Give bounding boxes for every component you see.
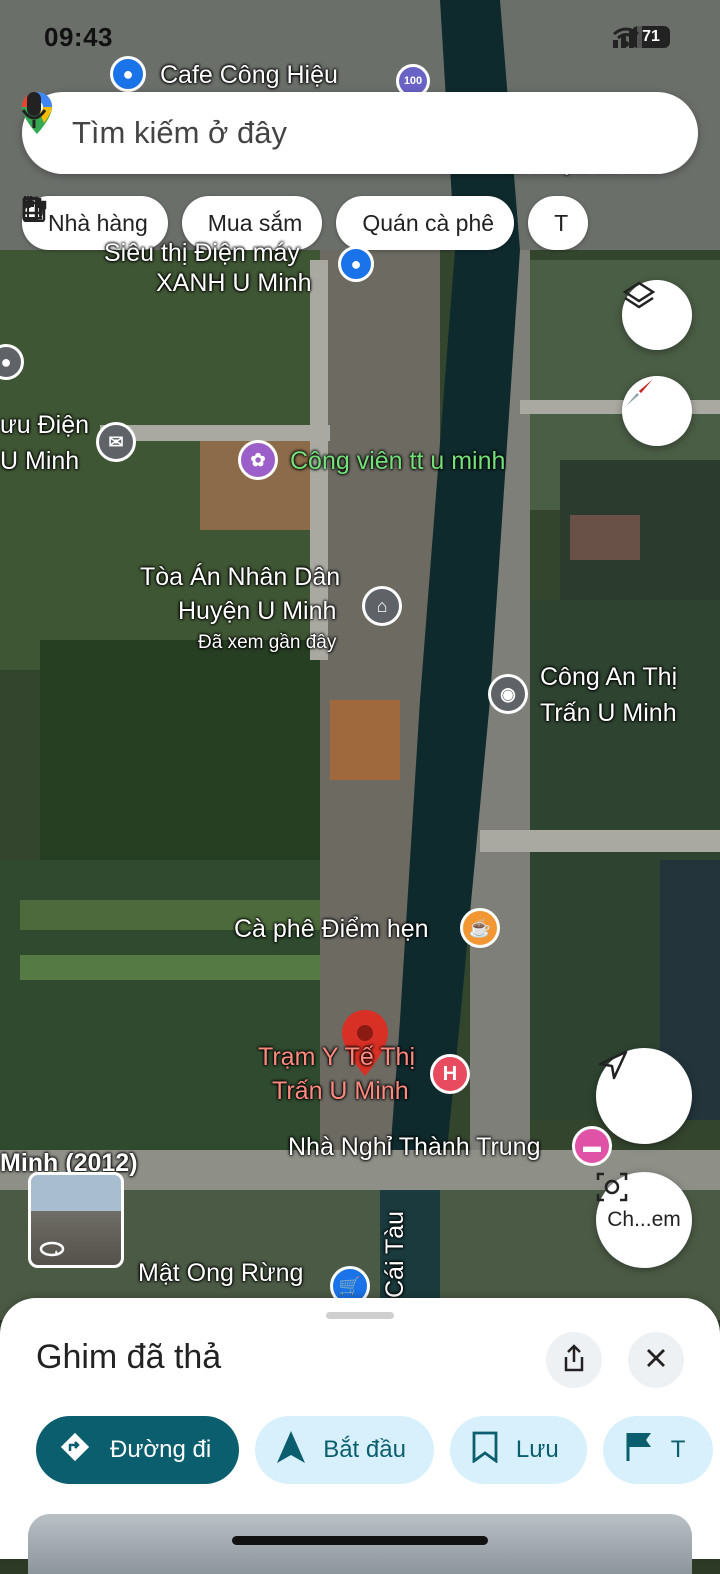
satellite-map[interactable]: 09:43 71 Cafe Công Hiệu ● 100 ơn Nhựa cả…	[0, 0, 720, 1320]
sheet-grab-handle[interactable]	[326, 1312, 394, 1319]
map-label-mat-ong[interactable]: Mật Ong Rừng	[138, 1258, 303, 1288]
close-button[interactable]	[628, 1332, 684, 1388]
compass-button[interactable]	[622, 376, 692, 446]
park-poi-icon[interactable]: ✿	[238, 440, 278, 480]
map-label-toa-an-2[interactable]: Huyện U Minh	[178, 596, 336, 626]
bookmark-icon	[472, 1431, 498, 1470]
chip-label: Quán cà phê	[362, 209, 495, 236]
label-label: T	[670, 1436, 686, 1463]
police-poi-icon[interactable]: ◉	[488, 674, 528, 714]
map-label-ca-phe[interactable]: Cà phê Điểm hẹn	[234, 914, 429, 944]
navigation-arrow-icon	[277, 1430, 306, 1470]
chip-label: Mua sắm	[207, 209, 303, 236]
share-icon	[562, 1343, 586, 1377]
map-label-sieu-thi-1[interactable]: Siêu thị Điện máy	[104, 238, 300, 268]
close-icon	[645, 1347, 667, 1374]
save-button[interactable]: Lưu	[449, 1416, 587, 1484]
map-label-cafe-cong-hieu[interactable]: Cafe Công Hiệu	[160, 60, 338, 90]
map-label-toa-an-sub: Đã xem gần đây	[198, 632, 337, 653]
map-label-cai-tau: Cái Tàu	[381, 1210, 409, 1298]
map-label-cong-an-1[interactable]: Công An Thị	[540, 662, 677, 692]
hospital-poi-icon[interactable]: H	[430, 1054, 470, 1094]
map-label-cong-an-2[interactable]: Trấn U Minh	[540, 698, 677, 728]
shopping-poi-icon[interactable]: ●	[110, 56, 146, 92]
lens-search-button[interactable]: Ch...em	[596, 1172, 692, 1268]
map-label-buu-dien-2[interactable]: U Minh	[0, 446, 79, 476]
status-indicators: 71	[612, 26, 670, 48]
courthouse-poi-icon[interactable]: ⌂	[362, 586, 402, 626]
lens-label: Ch...em	[607, 1208, 681, 1231]
flag-icon	[625, 1431, 653, 1470]
chip-label: T	[554, 209, 569, 236]
directions-button[interactable]: Đường đi	[36, 1416, 240, 1484]
map-label-nha-nghi[interactable]: Nhà Nghỉ Thành Trung	[288, 1132, 540, 1162]
cafe-poi-icon[interactable]: ☕	[460, 908, 500, 948]
map-label-sieu-thi-2[interactable]: XANH U Minh	[156, 268, 312, 298]
share-button[interactable]	[546, 1332, 602, 1388]
sheet-title: Ghim đã thả	[36, 1338, 222, 1376]
mail-poi-icon[interactable]: ✉	[96, 422, 136, 462]
map-label-cong-vien[interactable]: Công viên tt u minh	[290, 446, 505, 476]
action-buttons: Đường đi Bắt đầu Lưu T	[36, 1416, 714, 1484]
chip-coffee[interactable]: Quán cà phê	[22, 196, 515, 250]
directions-icon	[58, 1430, 92, 1471]
search-placeholder[interactable]: Tìm kiếm ở đây	[72, 115, 287, 151]
directions-label: Đường đi	[110, 1436, 212, 1463]
map-label-tram-y-te-1[interactable]: Trạm Y Tế Thị	[258, 1042, 415, 1072]
chip-label: Nhà hàng	[48, 209, 148, 236]
shopping-poi-icon[interactable]: ●	[338, 246, 374, 282]
home-indicator[interactable]	[232, 1536, 488, 1545]
map-label-tram-y-te-2[interactable]: Trấn U Minh	[272, 1076, 409, 1106]
chip-gas[interactable]: T	[22, 196, 589, 250]
status-time: 09:43	[44, 22, 113, 52]
search-bar[interactable]: Tìm kiếm ở đây	[22, 92, 698, 174]
map-label-toa-an-1[interactable]: Tòa Án Nhân Dân	[140, 562, 340, 592]
street-view-thumbnail[interactable]	[28, 1172, 124, 1268]
my-location-button[interactable]	[596, 1048, 692, 1144]
layers-button[interactable]	[622, 280, 692, 350]
label-button[interactable]: T	[602, 1416, 714, 1484]
bottom-sheet[interactable]: Ghim đã thả Đường đi Bắt đầu Lưu T	[0, 1298, 720, 1574]
save-label: Lưu	[515, 1436, 559, 1463]
map-label-buu-dien-1[interactable]: ưu Điện	[0, 410, 89, 440]
hotel-poi-icon[interactable]: ▬	[572, 1126, 612, 1166]
start-label: Bắt đầu	[323, 1436, 406, 1463]
start-button[interactable]: Bắt đầu	[255, 1416, 434, 1484]
